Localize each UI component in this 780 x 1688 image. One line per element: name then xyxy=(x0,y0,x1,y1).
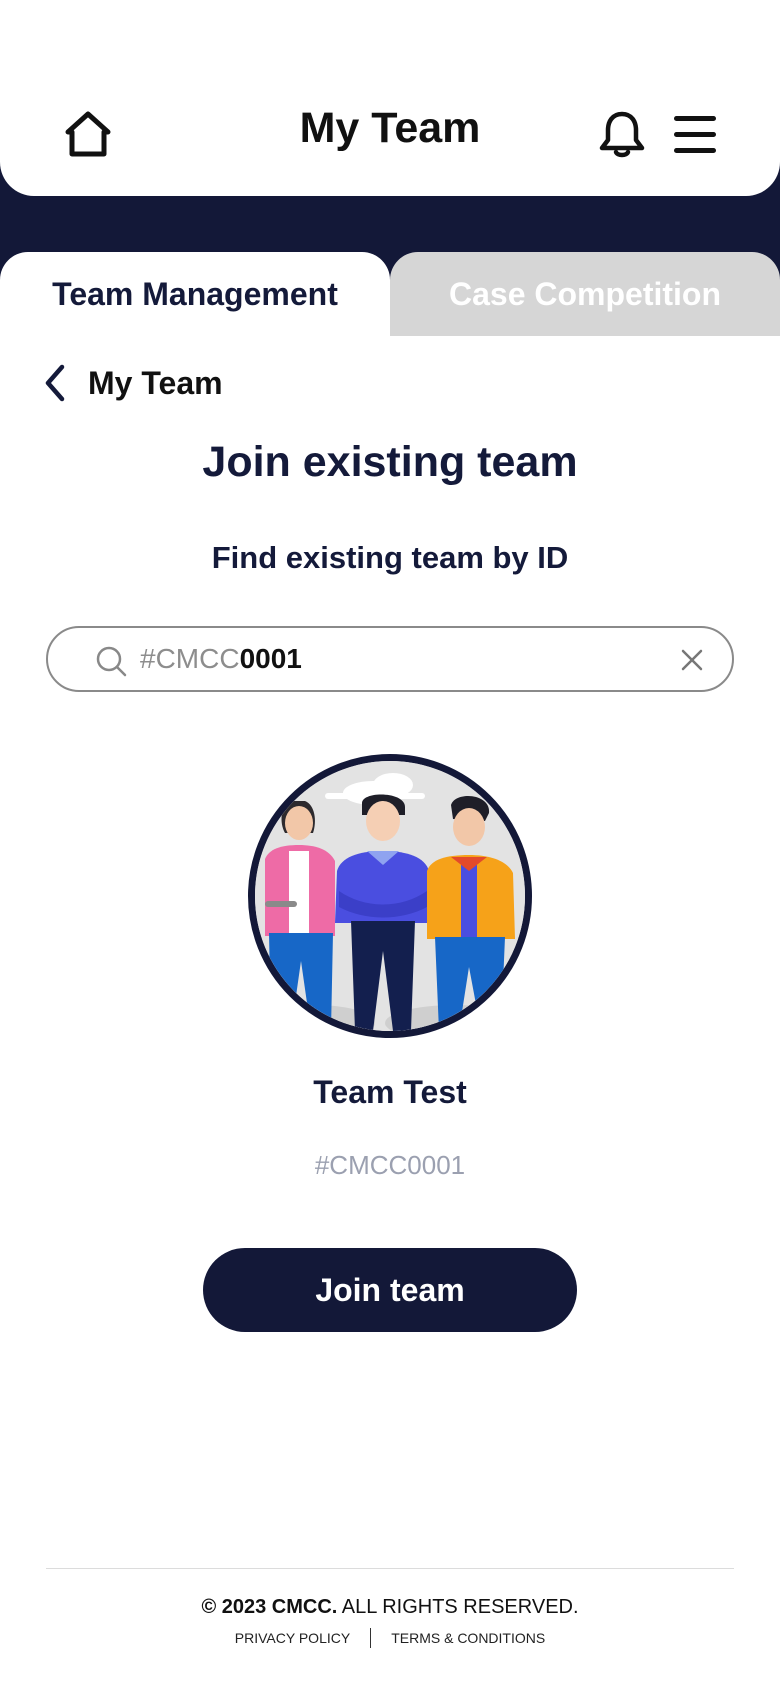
section-title: Join existing team xyxy=(202,438,578,486)
team-id-search-input[interactable]: #CMCC0001 xyxy=(46,626,734,692)
join-team-button[interactable]: Join team xyxy=(203,1248,577,1332)
terms-conditions-link[interactable]: TERMS & CONDITIONS xyxy=(391,1630,545,1646)
team-avatar xyxy=(248,754,532,1038)
page: My Team Team Management Case Competition… xyxy=(0,0,780,1688)
footer-separator xyxy=(370,1628,372,1648)
clear-icon[interactable] xyxy=(678,646,706,674)
footer-links: PRIVACY POLICY TERMS & CONDITIONS xyxy=(0,1628,780,1648)
tab-case-competition[interactable]: Case Competition xyxy=(390,252,780,336)
search-icon xyxy=(96,646,127,677)
copyright-brand: © 2023 CMCC. xyxy=(201,1596,338,1618)
search-prefix: #CMCC xyxy=(140,643,240,674)
page-title: My Team xyxy=(299,104,481,152)
team-name: Team Test xyxy=(313,1074,467,1110)
menu-icon[interactable] xyxy=(668,110,724,160)
main-content: My Team Join existing team Find existing… xyxy=(0,334,780,1688)
section-subtitle: Find existing team by ID xyxy=(211,540,569,575)
tab-team-management[interactable]: Team Management xyxy=(0,252,390,336)
footer-divider xyxy=(46,1568,734,1569)
bell-icon[interactable] xyxy=(594,106,650,162)
back-navigation[interactable]: My Team xyxy=(40,358,223,408)
chevron-left-icon xyxy=(45,364,65,402)
back-label: My Team xyxy=(88,364,223,401)
copyright: © 2023 CMCC. ALL RIGHTS RESERVED. xyxy=(0,1596,780,1619)
team-illustration xyxy=(255,761,525,1031)
team-id: #CMCC0001 xyxy=(314,1150,466,1180)
search-typed-value: 0001 xyxy=(239,643,302,674)
copyright-rest: ALL RIGHTS RESERVED. xyxy=(337,1596,579,1618)
top-bar: My Team xyxy=(0,60,780,196)
search-value: #CMCC0001 xyxy=(140,641,302,677)
privacy-policy-link[interactable]: PRIVACY POLICY xyxy=(235,1630,350,1646)
